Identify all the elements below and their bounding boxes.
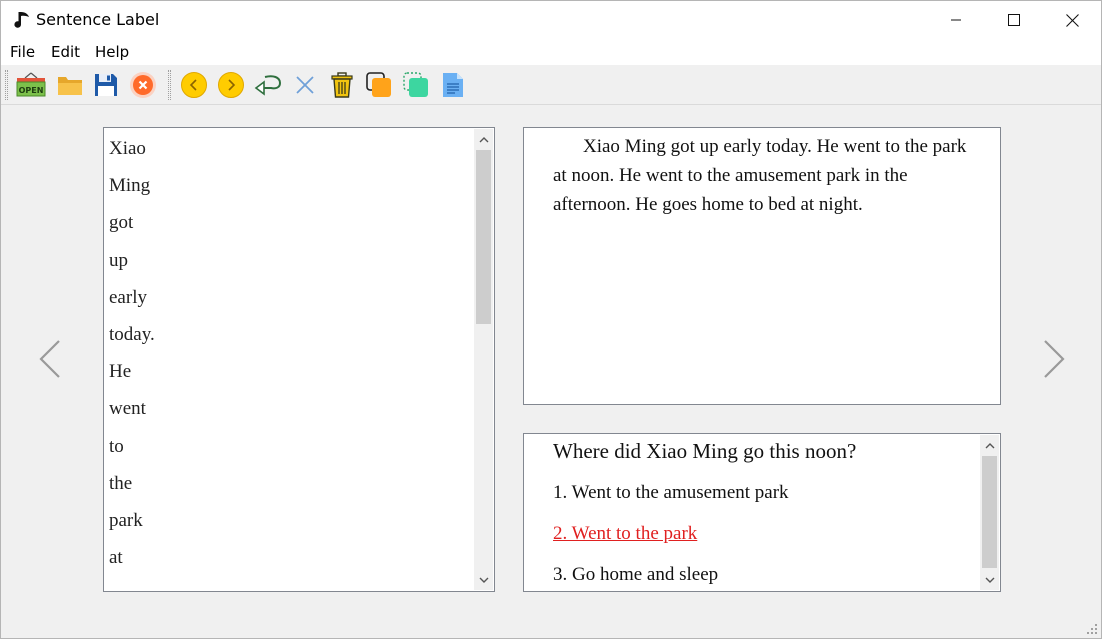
open-sign-icon: OPEN (16, 72, 46, 97)
chevron-down-icon (479, 577, 488, 583)
maximize-button[interactable] (985, 1, 1043, 39)
open-button[interactable]: OPEN (16, 70, 46, 100)
chevron-right-icon (1044, 340, 1065, 378)
scroll-up-button[interactable] (474, 129, 493, 149)
scroll-down-button[interactable] (980, 570, 999, 590)
title-bar: Sentence Label (1, 1, 1101, 39)
list-item[interactable]: at (109, 544, 155, 581)
list-item[interactable]: went (109, 395, 155, 432)
passage-panel: Xiao Ming got up early today. He went to… (523, 127, 1001, 405)
minimize-button[interactable] (927, 1, 985, 39)
next-button[interactable] (216, 70, 246, 100)
trash-icon (331, 72, 353, 98)
window-title: Sentence Label (36, 10, 160, 29)
minimize-icon (951, 19, 961, 21)
menu-bar: File Edit Help (1, 39, 1101, 65)
toolbar-grip-2[interactable] (168, 70, 171, 100)
cross-icon (296, 76, 314, 94)
word-list: Xiao Ming got up early today. He went to… (109, 135, 155, 591)
chevron-down-icon (985, 577, 994, 583)
list-item[interactable]: today. (109, 321, 155, 358)
music-note-icon (14, 12, 29, 28)
option-2-selected[interactable]: 2. Went to the park (553, 523, 697, 545)
scroll-thumb[interactable] (982, 456, 997, 568)
menu-file[interactable]: File (10, 43, 35, 61)
trash-button[interactable] (327, 70, 357, 100)
list-item[interactable]: got (109, 209, 155, 246)
list-item[interactable]: to (109, 433, 155, 470)
passage-text: Xiao Ming got up early today. He went to… (553, 136, 967, 215)
close-circle-icon (130, 72, 156, 98)
copy-button[interactable] (364, 70, 394, 100)
copy-icon (366, 72, 391, 97)
question-title: Where did Xiao Ming go this noon? (553, 439, 857, 463)
folder-button[interactable] (55, 70, 85, 100)
next-page-arrow[interactable] (1039, 337, 1071, 381)
duplicate-button[interactable] (401, 70, 431, 100)
option-1[interactable]: 1. Went to the amusement park (553, 482, 789, 504)
document-icon (443, 73, 463, 97)
list-item[interactable]: park (109, 507, 155, 544)
close-icon (1065, 13, 1079, 27)
chevron-up-icon (985, 442, 994, 448)
list-item[interactable]: noon (109, 581, 155, 591)
scroll-thumb[interactable] (476, 150, 491, 324)
save-button[interactable] (91, 70, 121, 100)
close-window-button[interactable] (1043, 1, 1101, 39)
list-item[interactable]: He (109, 358, 155, 395)
next-circle-icon (218, 72, 244, 98)
open-sign-label: OPEN (19, 86, 44, 95)
chevron-up-icon (479, 136, 488, 142)
toolbar-grip[interactable] (5, 70, 8, 100)
close-file-button[interactable] (128, 70, 158, 100)
word-list-scrollbar[interactable] (474, 129, 493, 590)
question-scrollbar[interactable] (980, 435, 999, 590)
save-icon (95, 74, 117, 96)
previous-circle-icon (181, 72, 207, 98)
folder-icon (58, 77, 82, 95)
duplicate-icon (403, 72, 428, 97)
undo-arrow-icon (254, 75, 282, 96)
scroll-up-button[interactable] (980, 435, 999, 455)
scroll-down-button[interactable] (474, 570, 493, 590)
previous-button[interactable] (179, 70, 209, 100)
app-window: Sentence Label File Edit Help OPEN Xiao … (0, 0, 1102, 639)
delete-label-button[interactable] (290, 70, 320, 100)
option-3[interactable]: 3. Go home and sleep (553, 564, 718, 586)
prev-page-arrow[interactable] (33, 337, 65, 381)
word-list-panel: Xiao Ming got up early today. He went to… (103, 127, 495, 592)
list-item[interactable]: early (109, 284, 155, 321)
menu-help[interactable]: Help (95, 43, 129, 61)
resize-grip-icon[interactable] (1086, 623, 1098, 635)
maximize-icon (1008, 14, 1020, 26)
menu-edit[interactable]: Edit (51, 43, 80, 61)
toolbar: OPEN (1, 65, 1101, 105)
question-panel: Where did Xiao Ming go this noon? 1. Wen… (523, 433, 1001, 592)
undo-button[interactable] (253, 70, 283, 100)
list-item[interactable]: up (109, 247, 155, 284)
list-item[interactable]: Ming (109, 172, 155, 209)
list-item[interactable]: the (109, 470, 155, 507)
document-button[interactable] (438, 70, 468, 100)
list-item[interactable]: Xiao (109, 135, 155, 172)
chevron-left-icon (39, 340, 60, 378)
